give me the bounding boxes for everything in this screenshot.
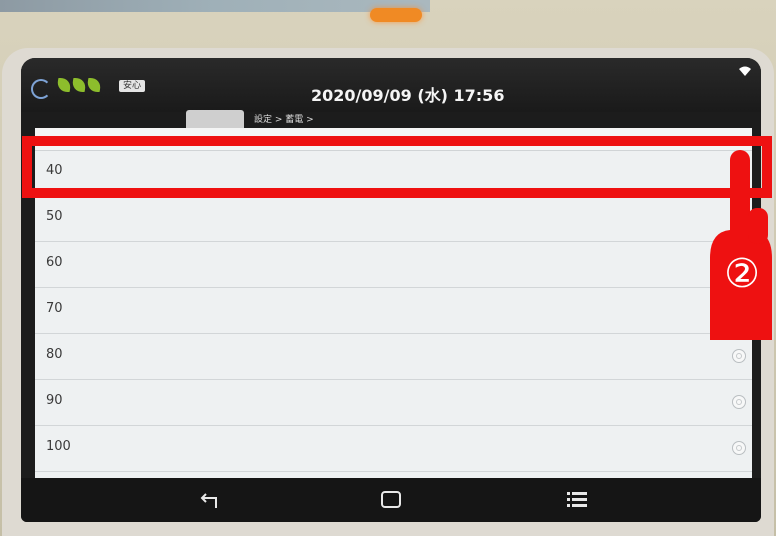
option-label: 80 [46,347,63,362]
radio-button[interactable] [732,441,746,455]
list-item-60[interactable]: 60 [35,242,752,288]
option-label: 90 [46,393,63,408]
option-label: 50 [46,209,63,224]
breadcrumb: 設定 > 蓄電 > [254,115,314,125]
back-tab[interactable] [186,110,244,128]
screen: 安心 2020/09/09 (水) 17:56 設定 > 蓄電 > 40 50 … [21,58,761,522]
datetime: 2020/09/09 (水) 17:56 [311,86,505,105]
option-label: 100 [46,439,71,454]
navigation-bar [21,478,761,522]
list-item-70[interactable]: 70 [35,288,752,334]
list-item-80[interactable]: 80 [35,334,752,380]
pointing-hand-icon [710,150,772,340]
list-item-90[interactable]: 90 [35,380,752,426]
home-icon[interactable] [379,488,403,512]
list-item-50[interactable]: 50 [35,196,752,242]
back-icon[interactable] [199,488,223,512]
list-item-100[interactable]: 100 [35,426,752,472]
option-label: 60 [46,255,63,270]
indicator-led [370,8,422,22]
leaf-icon [55,78,73,92]
eco-leaves-icon [55,78,103,92]
radio-button[interactable] [732,395,746,409]
step-number: ② [724,251,760,297]
option-label: 70 [46,301,63,316]
wifi-icon [739,66,751,76]
status-badge: 安心 [119,80,146,92]
status-bar: 安心 2020/09/09 (水) 17:56 [21,58,761,112]
leaf-icon [85,78,103,92]
leaf-icon [70,78,88,92]
refresh-icon[interactable] [31,79,51,99]
radio-button[interactable] [732,349,746,363]
background-object [0,0,430,12]
highlight-frame [22,136,772,198]
menu-icon[interactable] [565,488,589,512]
